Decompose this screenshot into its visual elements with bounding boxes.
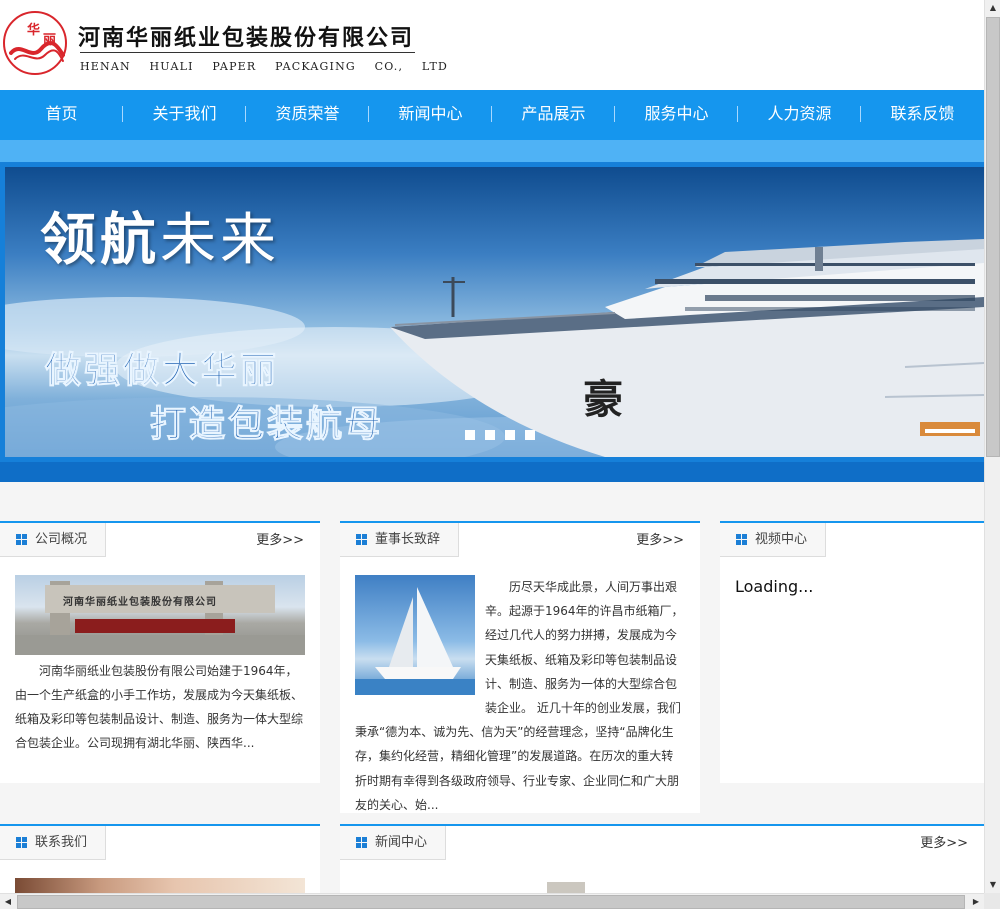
panel-title: 联系我们 <box>35 834 88 850</box>
nav-label: 首页 <box>45 104 78 123</box>
grid-icon <box>16 534 27 545</box>
panel-video-center: 视频中心 Loading... <box>720 521 984 783</box>
more-link[interactable]: 更多>> <box>256 529 304 548</box>
scroll-left-arrow-icon[interactable]: ◀ <box>0 894 16 910</box>
nav-label: 产品展示 <box>521 104 586 123</box>
banner-frame: 领航未来 做强做大华丽 打造包装航母 豪 <box>0 162 984 464</box>
grid-icon <box>356 534 367 545</box>
main-nav: 首页 关于我们 资质荣誉 新闻中心 产品展示 服务中心 人力资源 联系反馈 <box>0 90 984 140</box>
horizontal-scrollbar[interactable]: ◀ ▶ <box>0 893 984 909</box>
company-logo[interactable]: 华 丽 <box>3 11 67 75</box>
nav-item-hr[interactable]: 人力资源 <box>738 90 861 140</box>
text-float-spacer <box>355 575 485 697</box>
nav-label: 服务中心 <box>644 104 709 123</box>
banner-dot[interactable] <box>525 430 535 440</box>
nav-item-news[interactable]: 新闻中心 <box>369 90 492 140</box>
banner-title: 领航未来 <box>40 195 280 276</box>
panel-news-center: 新闻中心 更多>> <box>340 824 984 893</box>
panel-header: 董事长致辞 更多>> <box>340 523 700 557</box>
nav-label: 联系反馈 <box>890 104 955 123</box>
panel-tab: 董事长致辞 <box>340 523 460 557</box>
panel-company-overview: 公司概况 更多>> 河南华丽纸业包装股份有限公司 河南华丽纸业包装股份有限公司始… <box>0 521 320 783</box>
panel-header: 视频中心 <box>720 523 984 557</box>
nav-label: 关于我们 <box>152 104 217 123</box>
banner-image[interactable]: 领航未来 做强做大华丽 打造包装航母 豪 <box>5 167 984 457</box>
nav-label: 资质荣誉 <box>275 104 340 123</box>
banner-title-light: 未来 <box>160 208 280 273</box>
panel-tab: 新闻中心 <box>340 826 447 860</box>
building-sign: 河南华丽纸业包装股份有限公司 <box>63 597 217 608</box>
nav-item-products[interactable]: 产品展示 <box>492 90 615 140</box>
banner-title-bold: 领航 <box>40 208 160 273</box>
logo-ribbon-icon <box>9 41 65 62</box>
site-header: 华 丽 河南华丽纸业包装股份有限公司 HENAN HUALI PAPER PAC… <box>0 0 984 90</box>
panel-title: 董事长致辞 <box>375 531 441 547</box>
grid-icon <box>16 837 27 848</box>
banner-slogan-1: 做强做大华丽 <box>44 350 280 392</box>
panel-tab: 公司概况 <box>0 523 107 557</box>
nav-item-service[interactable]: 服务中心 <box>615 90 738 140</box>
nav-item-about[interactable]: 关于我们 <box>123 90 246 140</box>
scroll-down-arrow-icon[interactable]: ▼ <box>985 877 1000 893</box>
panel-title: 新闻中心 <box>375 834 428 850</box>
nav-item-honors[interactable]: 资质荣誉 <box>246 90 369 140</box>
nav-item-home[interactable]: 首页 <box>0 90 123 140</box>
logo-char-1: 华 <box>27 23 41 38</box>
nav-item-feedback[interactable]: 联系反馈 <box>861 90 984 140</box>
grid-icon <box>356 837 367 848</box>
nav-subbar <box>0 140 984 162</box>
nav-label: 人力资源 <box>767 104 832 123</box>
more-link[interactable]: 更多>> <box>636 529 684 548</box>
panel-header: 公司概况 更多>> <box>0 523 320 557</box>
nav-label: 新闻中心 <box>398 104 463 123</box>
more-link[interactable]: 更多>> <box>920 832 968 851</box>
company-overview-text: 河南华丽纸业包装股份有限公司始建于1964年，由一个生产纸盒的小手工作坊，发展成… <box>15 664 304 750</box>
banner-slogan-2: 打造包装航母 <box>149 404 385 446</box>
banner-bottom-strip <box>0 462 984 482</box>
company-building-photo[interactable]: 河南华丽纸业包装股份有限公司 <box>15 575 305 655</box>
panel-header: 新闻中心 更多>> <box>340 826 984 860</box>
panel-chairman-speech: 董事长致辞 更多>> 历尽天华成此景，人间万事出艰辛。起源于1964年的许昌市纸… <box>340 521 700 813</box>
video-loading-text: Loading... <box>735 577 814 596</box>
contact-photo[interactable] <box>15 878 305 893</box>
scrollbar-corner <box>984 893 1000 909</box>
banner-dot[interactable] <box>505 430 515 440</box>
company-name-cn: 河南华丽纸业包装股份有限公司 <box>78 25 415 51</box>
banner-dot[interactable] <box>465 430 475 440</box>
news-thumbnail[interactable] <box>547 882 585 893</box>
panel-tab: 视频中心 <box>720 523 827 557</box>
panel-tab: 联系我们 <box>0 826 107 860</box>
building-illustration <box>15 581 305 655</box>
company-name-en: HENAN HUALI PAPER PACKAGING CO., LTD <box>80 60 449 73</box>
horizontal-scroll-thumb[interactable] <box>17 895 965 909</box>
chairman-speech-text: 历尽天华成此景，人间万事出艰辛。起源于1964年的许昌市纸箱厂，经过几代人的努力… <box>355 575 685 817</box>
panel-title: 公司概况 <box>35 531 88 547</box>
vertical-scroll-thumb[interactable] <box>986 17 1000 457</box>
ship-hull-mark: 豪 <box>583 376 623 423</box>
page-viewport: 华 丽 河南华丽纸业包装股份有限公司 HENAN HUALI PAPER PAC… <box>0 0 984 893</box>
scroll-right-arrow-icon[interactable]: ▶ <box>968 894 984 910</box>
panel-contact-us: 联系我们 <box>0 824 320 893</box>
banner-dot[interactable] <box>485 430 495 440</box>
banner-pager <box>465 430 535 440</box>
panel-header: 联系我们 <box>0 826 320 860</box>
grid-icon <box>736 534 747 545</box>
vertical-scrollbar[interactable]: ▲ ▼ <box>984 0 1000 893</box>
header-divider <box>80 52 415 53</box>
scroll-up-arrow-icon[interactable]: ▲ <box>985 0 1000 16</box>
panel-title: 视频中心 <box>755 531 808 547</box>
